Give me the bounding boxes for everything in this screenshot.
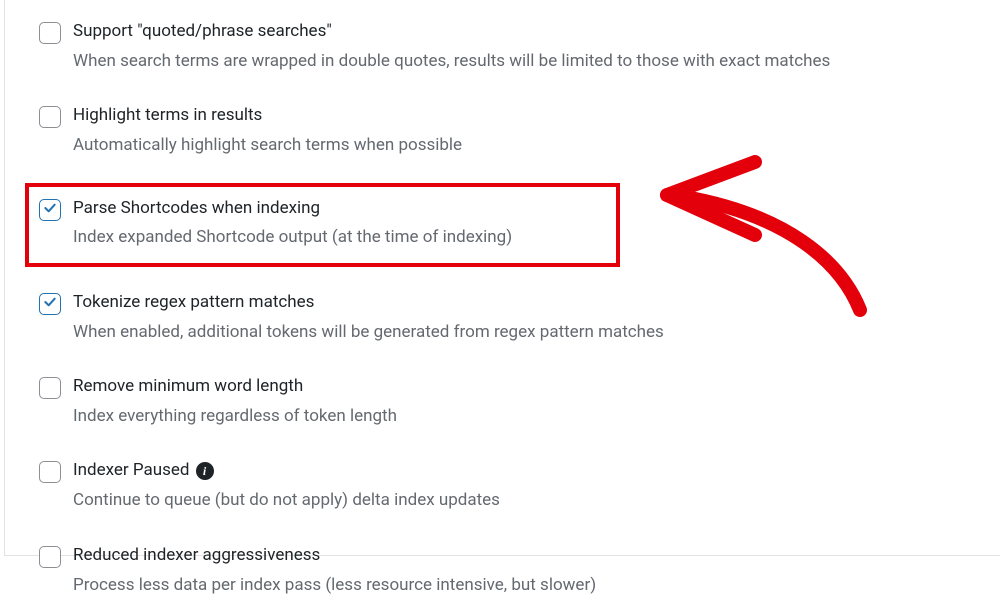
option-label-text: Indexer Paused bbox=[73, 459, 190, 483]
option-label[interactable]: Highlight terms in results bbox=[73, 104, 970, 128]
option-text: Support "quoted/phrase searches" When sea… bbox=[73, 20, 970, 74]
option-label[interactable]: Remove minimum word length bbox=[73, 375, 970, 399]
option-item-quoted-search: Support "quoted/phrase searches" When sea… bbox=[39, 20, 970, 74]
option-label[interactable]: Reduced indexer aggressiveness bbox=[73, 544, 970, 568]
check-icon bbox=[42, 200, 58, 220]
checkbox-remove-min-word[interactable] bbox=[39, 377, 61, 399]
option-label[interactable]: Indexer Paused i bbox=[73, 459, 970, 483]
option-description: Automatically highlight search terms whe… bbox=[73, 133, 970, 159]
option-description: Index everything regardless of token len… bbox=[73, 404, 970, 430]
checkbox-parse-shortcodes[interactable] bbox=[39, 199, 61, 221]
settings-panel: Support "quoted/phrase searches" When sea… bbox=[4, 0, 1000, 556]
option-description: Continue to queue (but do not apply) del… bbox=[73, 488, 970, 514]
option-text: Indexer Paused i Continue to queue (but do… bbox=[73, 459, 970, 513]
option-text: Tokenize regex pattern matches When enabl… bbox=[73, 291, 970, 345]
option-item-highlight-terms: Highlight terms in results Automatically … bbox=[39, 104, 970, 158]
option-item-parse-shortcodes: Parse Shortcodes when indexing Index expa… bbox=[25, 183, 620, 267]
checkbox-reduced-aggressiveness[interactable] bbox=[39, 546, 61, 568]
check-icon bbox=[42, 294, 58, 314]
checkbox-quoted-search[interactable] bbox=[39, 22, 61, 44]
option-description: When enabled, additional tokens will be … bbox=[73, 320, 970, 346]
option-text: Parse Shortcodes when indexing Index expa… bbox=[73, 197, 616, 251]
option-description: Index expanded Shortcode output (at the … bbox=[73, 225, 616, 251]
option-label-text: Parse Shortcodes when indexing bbox=[73, 197, 320, 221]
option-text: Highlight terms in results Automatically … bbox=[73, 104, 970, 158]
option-label-text: Highlight terms in results bbox=[73, 104, 262, 128]
option-label-text: Reduced indexer aggressiveness bbox=[73, 544, 320, 568]
option-item-remove-min-word: Remove minimum word length Index everythi… bbox=[39, 375, 970, 429]
option-item-indexer-paused: Indexer Paused i Continue to queue (but do… bbox=[39, 459, 970, 513]
option-description: When search terms are wrapped in double … bbox=[73, 49, 970, 75]
option-label[interactable]: Tokenize regex pattern matches bbox=[73, 291, 970, 315]
option-label[interactable]: Support "quoted/phrase searches" bbox=[73, 20, 970, 44]
checkbox-tokenize-regex[interactable] bbox=[39, 293, 61, 315]
option-item-reduced-aggressiveness: Reduced indexer aggressiveness Process le… bbox=[39, 544, 970, 598]
options-list: Support "quoted/phrase searches" When sea… bbox=[5, 0, 1000, 598]
option-item-tokenize-regex: Tokenize regex pattern matches When enabl… bbox=[39, 291, 970, 345]
info-icon[interactable]: i bbox=[196, 462, 214, 480]
checkbox-indexer-paused[interactable] bbox=[39, 461, 61, 483]
option-label-text: Tokenize regex pattern matches bbox=[73, 291, 314, 315]
option-label-text: Support "quoted/phrase searches" bbox=[73, 20, 332, 44]
checkbox-highlight-terms[interactable] bbox=[39, 106, 61, 128]
option-label[interactable]: Parse Shortcodes when indexing bbox=[73, 197, 616, 221]
option-description: Process less data per index pass (less r… bbox=[73, 573, 970, 598]
option-text: Remove minimum word length Index everythi… bbox=[73, 375, 970, 429]
option-label-text: Remove minimum word length bbox=[73, 375, 303, 399]
option-text: Reduced indexer aggressiveness Process le… bbox=[73, 544, 970, 598]
